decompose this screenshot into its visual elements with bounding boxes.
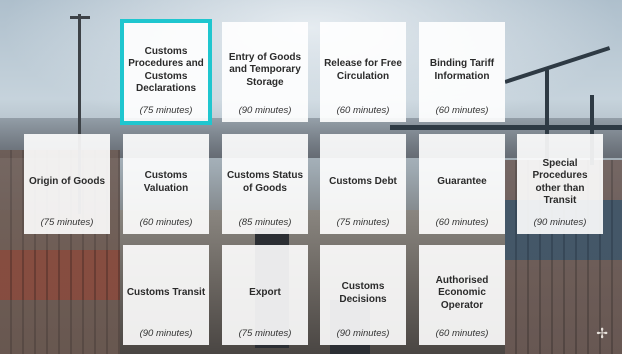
background-crane bbox=[390, 125, 622, 130]
module-title: Release for Free Circulation bbox=[324, 58, 402, 82]
module-title: Authorised Economic Operator bbox=[435, 274, 489, 311]
module-duration: (90 minutes) bbox=[238, 105, 292, 116]
module-duration: (90 minutes) bbox=[336, 328, 390, 339]
module-title: Entry of Goods and Temporary Storage bbox=[228, 51, 302, 88]
module-menu-screen: ✢ Customs Procedures and Customs Declara… bbox=[0, 0, 622, 354]
module-duration: (75 minutes) bbox=[40, 217, 94, 228]
module-title: Customs Debt bbox=[329, 176, 397, 188]
module-title: Export bbox=[249, 287, 281, 299]
module-duration: (60 minutes) bbox=[336, 105, 390, 116]
module-tile-origin-of-goods[interactable]: Origin of Goods (75 minutes) bbox=[24, 134, 110, 234]
module-title: Binding Tariff Information bbox=[429, 58, 495, 82]
module-duration: (60 minutes) bbox=[435, 328, 489, 339]
module-title: Customs Transit bbox=[126, 287, 206, 299]
module-duration: (60 minutes) bbox=[139, 217, 193, 228]
module-tile-entry-of-goods[interactable]: Entry of Goods and Temporary Storage (90… bbox=[222, 22, 308, 122]
module-tile-special-procedures[interactable]: Special Procedures other than Transit (9… bbox=[517, 134, 603, 234]
module-tile-release-free-circulation[interactable]: Release for Free Circulation (60 minutes… bbox=[320, 22, 406, 122]
module-title: Guarantee bbox=[437, 176, 487, 188]
module-tile-binding-tariff[interactable]: Binding Tariff Information (60 minutes) bbox=[419, 22, 505, 122]
compass-icon: ✢ bbox=[596, 325, 608, 341]
background-light-pole bbox=[70, 16, 90, 19]
module-title: Customs Procedures and Customs Declarati… bbox=[128, 45, 204, 95]
module-tile-authorised-economic-operator[interactable]: Authorised Economic Operator (60 minutes… bbox=[419, 245, 505, 345]
module-duration: (85 minutes) bbox=[238, 217, 292, 228]
module-tile-guarantee[interactable]: Guarantee (60 minutes) bbox=[419, 134, 505, 234]
module-title: Origin of Goods bbox=[28, 176, 106, 188]
module-tile-customs-procedures[interactable]: Customs Procedures and Customs Declarati… bbox=[120, 19, 212, 125]
module-duration: (60 minutes) bbox=[435, 105, 489, 116]
module-title: Customs Valuation bbox=[143, 170, 189, 194]
module-duration: (90 minutes) bbox=[139, 328, 193, 339]
module-duration: (60 minutes) bbox=[435, 217, 489, 228]
module-title: Special Procedures other than Transit bbox=[532, 157, 588, 207]
module-tile-customs-transit[interactable]: Customs Transit (90 minutes) bbox=[123, 245, 209, 345]
module-tile-customs-status[interactable]: Customs Status of Goods (85 minutes) bbox=[222, 134, 308, 234]
module-tile-export[interactable]: Export (75 minutes) bbox=[222, 245, 308, 345]
module-tile-customs-valuation[interactable]: Customs Valuation (60 minutes) bbox=[123, 134, 209, 234]
module-duration: (75 minutes) bbox=[238, 328, 292, 339]
module-tile-customs-decisions[interactable]: Customs Decisions (90 minutes) bbox=[320, 245, 406, 345]
module-title: Customs Decisions bbox=[339, 281, 387, 305]
module-title: Customs Status of Goods bbox=[226, 170, 304, 194]
background-container-stack bbox=[0, 250, 120, 300]
module-duration: (75 minutes) bbox=[336, 217, 390, 228]
module-duration: (75 minutes) bbox=[139, 105, 193, 116]
module-duration: (90 minutes) bbox=[533, 217, 587, 228]
module-tile-customs-debt[interactable]: Customs Debt (75 minutes) bbox=[320, 134, 406, 234]
